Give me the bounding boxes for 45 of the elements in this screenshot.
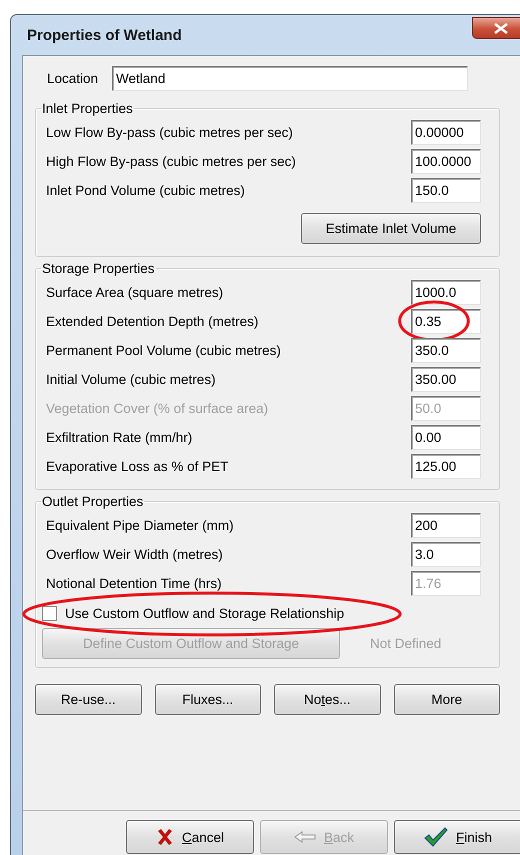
field-label: Surface Area (square metres) [46, 285, 224, 300]
field-label: Vegetation Cover (% of surface area) [46, 401, 270, 416]
status-text: Not Defined [370, 636, 442, 651]
estimate-button[interactable]: Estimate Inlet Volume [301, 213, 481, 244]
field-label: Low Flow By-pass (cubic metres per sec) [46, 125, 294, 140]
field-label: Overflow Weir Width (metres) [46, 547, 224, 562]
checkmark-icon [424, 827, 448, 847]
group-title: Inlet Properties [41, 101, 134, 116]
action-button[interactable]: More [394, 684, 500, 715]
value-field[interactable]: 0.00 [411, 425, 481, 450]
field-label: Inlet Pond Volume (cubic metres) [46, 183, 246, 198]
field-label: Extended Detention Depth (metres) [46, 314, 260, 329]
field-label: Initial Volume (cubic metres) [46, 372, 217, 387]
action-button[interactable]: Fluxes... [154, 684, 261, 715]
value-field[interactable]: 350.0 [411, 338, 481, 363]
value-field[interactable]: 0.35 [411, 309, 481, 334]
action-button[interactable]: Notes... [274, 684, 380, 715]
finish-button[interactable]: Finish [394, 820, 520, 854]
field-label: Evaporative Loss as % of PET [46, 459, 230, 474]
location-label: Location [47, 71, 98, 86]
value-field[interactable]: 125.00 [411, 454, 481, 479]
value-field[interactable]: 150.0 [411, 178, 481, 203]
cancel-button[interactable]: Cancel [126, 820, 254, 854]
field-label: High Flow By-pass (cubic metres per sec) [46, 154, 297, 169]
arrow-left-icon [294, 831, 316, 843]
field-label: Notional Detention Time (hrs) [46, 576, 223, 591]
group-title: Storage Properties [41, 261, 156, 276]
value-field[interactable]: 0.00000 [411, 120, 481, 145]
value-field[interactable]: 1000.0 [411, 280, 481, 305]
value-field[interactable]: 100.0000 [411, 149, 481, 174]
close-icon [494, 22, 508, 34]
location-field[interactable]: Wetland [112, 66, 468, 91]
field-label: Exfiltration Rate (mm/hr) [46, 430, 194, 445]
close-button[interactable] [472, 17, 520, 39]
checkbox-label: Use Custom Outflow and Storage Relationship [65, 606, 344, 620]
group-title: Outlet Properties [41, 494, 144, 509]
field-label: Equivalent Pipe Diameter (mm) [46, 518, 235, 533]
value-field[interactable]: 200 [411, 513, 481, 538]
checkbox[interactable] [42, 606, 57, 620]
window-title: Properties of Wetland [26, 26, 182, 44]
value-field[interactable]: 350.00 [411, 367, 481, 392]
action-button[interactable]: Re-use... [35, 684, 142, 715]
field-label: Permanent Pool Volume (cubic metres) [46, 343, 282, 358]
close-icon [156, 828, 174, 846]
value-field[interactable]: 3.0 [411, 542, 481, 567]
